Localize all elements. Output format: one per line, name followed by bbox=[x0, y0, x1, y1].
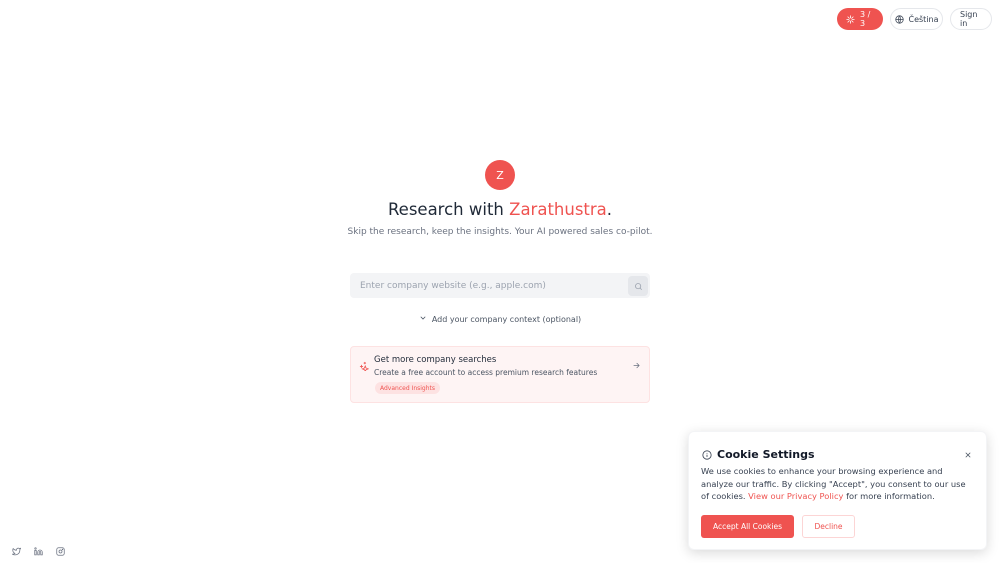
globe-icon bbox=[894, 14, 904, 24]
accept-cookies-button[interactable]: Accept All Cookies bbox=[701, 515, 794, 538]
credits-button[interactable]: 3 / 3 bbox=[837, 8, 883, 30]
headline-prefix: Research with bbox=[387, 200, 510, 219]
sparkles-icon bbox=[359, 356, 370, 375]
company-context-toggle[interactable]: Add your company context (optional) bbox=[0, 314, 1000, 324]
close-icon[interactable] bbox=[964, 444, 972, 463]
arrow-right-icon bbox=[632, 355, 641, 374]
search-icon bbox=[634, 276, 643, 295]
credits-label: 3 / 3 bbox=[860, 10, 871, 28]
linkedin-icon[interactable] bbox=[34, 541, 43, 560]
cookie-title: Cookie Settings bbox=[717, 448, 815, 461]
chevron-down-icon bbox=[419, 314, 427, 324]
info-icon bbox=[702, 445, 712, 464]
promo-description: Create a free account to access premium … bbox=[374, 368, 598, 377]
cookie-message: We use cookies to enhance your browsing … bbox=[701, 465, 973, 503]
app-logo: Z bbox=[485, 160, 515, 190]
page-title: Research with Zarathustra. bbox=[0, 200, 1000, 219]
context-label: Add your company context (optional) bbox=[431, 314, 582, 324]
headline-brand: Zarathustra bbox=[509, 200, 607, 219]
privacy-policy-link[interactable]: View our Privacy Policy bbox=[748, 491, 843, 501]
cookie-text-after: for more information. bbox=[843, 491, 935, 501]
search-button[interactable] bbox=[628, 275, 648, 296]
language-label: Čeština bbox=[908, 14, 939, 24]
cookie-header: Cookie Settings bbox=[702, 445, 815, 464]
signup-promo-card[interactable]: Get more company searches Create a free … bbox=[350, 346, 650, 403]
top-controls: 3 / 3 Čeština Sign in bbox=[837, 8, 992, 30]
promo-badge: Advanced Insights bbox=[375, 382, 440, 394]
page-subtitle: Skip the research, keep the insights. Yo… bbox=[347, 227, 653, 237]
signin-button[interactable]: Sign in bbox=[950, 8, 992, 30]
instagram-icon[interactable] bbox=[56, 541, 65, 560]
language-selector[interactable]: Čeština bbox=[890, 8, 943, 30]
social-links bbox=[12, 541, 65, 560]
search-input[interactable] bbox=[350, 273, 628, 298]
twitter-icon[interactable] bbox=[12, 541, 21, 560]
promo-title: Get more company searches bbox=[374, 355, 497, 365]
cookie-banner: Cookie Settings We use cookies to enhanc… bbox=[688, 431, 987, 550]
search-bar bbox=[350, 273, 650, 298]
decline-cookies-button[interactable]: Decline bbox=[802, 515, 855, 538]
sparkle-icon bbox=[846, 14, 855, 24]
headline-suffix: . bbox=[606, 200, 613, 219]
